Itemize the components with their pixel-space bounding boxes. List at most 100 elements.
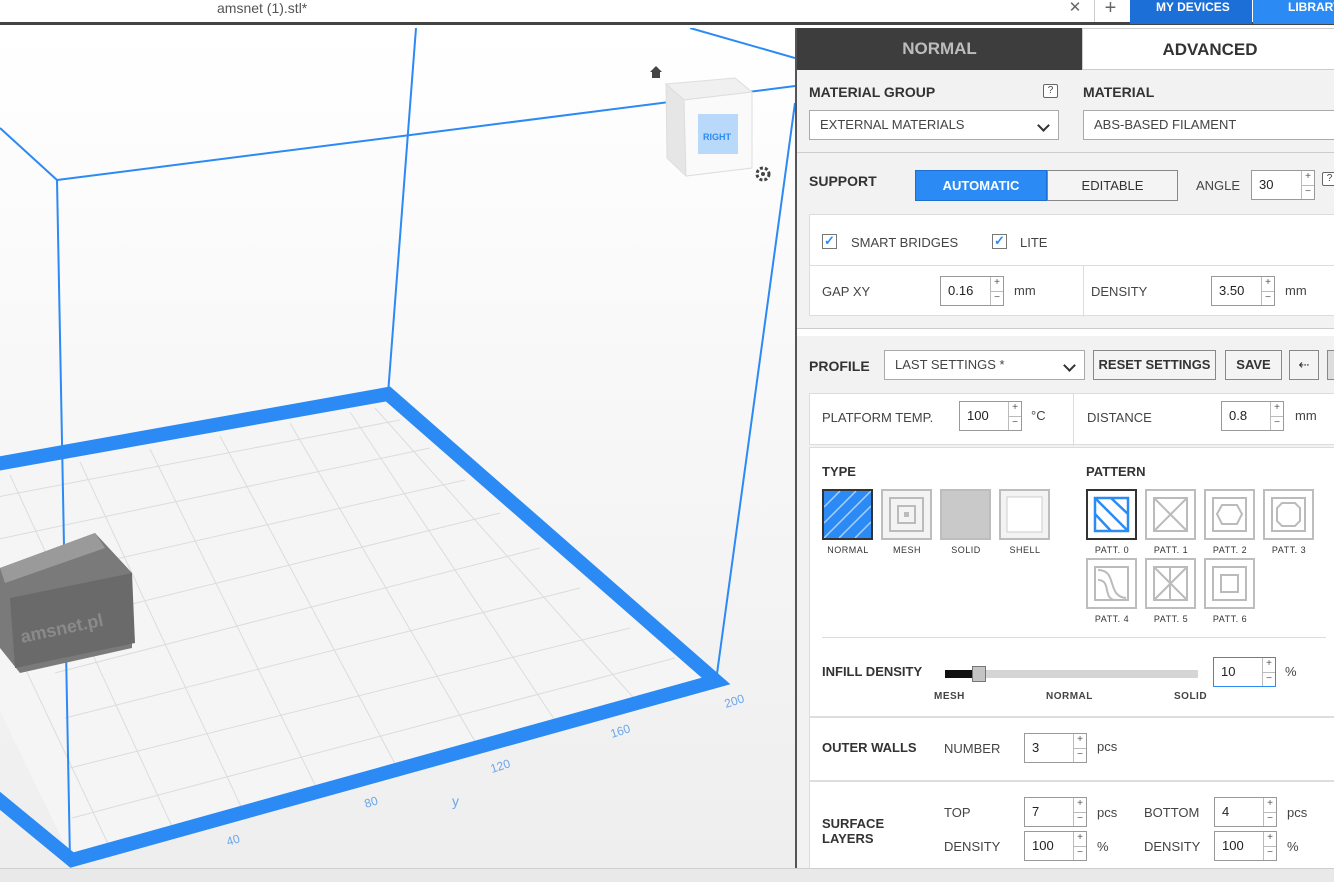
support-density-unit: mm [1285,283,1307,298]
decrement-icon[interactable]: − [1263,672,1275,686]
chevron-down-icon [1063,359,1076,372]
decrement-icon[interactable]: − [1264,812,1276,826]
pattern-label: PATTERN [1086,464,1146,479]
top-layers-stepper[interactable]: 7 + − [1024,797,1087,827]
increment-icon[interactable]: + [1264,832,1276,846]
more-button[interactable] [1327,350,1334,380]
pattern-1-icon [1153,497,1188,532]
3d-viewport[interactable]: 40 80 120 160 200 y amsnet.pl RIGHT [0,28,795,868]
distance-unit: mm [1295,408,1317,423]
bottom-label: BOTTOM [1144,805,1200,820]
platform-temp-stepper[interactable]: 100 + − [959,401,1022,431]
bottom-density-stepper[interactable]: 100 + − [1214,831,1277,861]
distance-value: 0.8 [1229,408,1248,423]
infill-density-stepper[interactable]: 10 + − [1213,657,1276,687]
tab-normal[interactable]: NORMAL [797,28,1082,70]
decrement-icon[interactable]: − [1074,812,1086,826]
decrement-icon[interactable]: − [1074,846,1086,860]
bottom-density-label: DENSITY [1144,839,1201,854]
support-label: SUPPORT [809,173,877,189]
add-tab-icon[interactable]: + [1094,0,1126,22]
bottom-density-unit: % [1287,839,1299,854]
infill-type-solid[interactable] [940,489,991,540]
file-tab[interactable]: amsnet (1).stl* [217,0,307,16]
support-density-stepper[interactable]: 3.50 + − [1211,276,1275,306]
gap-xy-value: 0.16 [948,283,974,298]
angle-stepper[interactable]: 30 + − [1251,170,1315,200]
material-label: MATERIAL [1083,84,1155,100]
slider-handle[interactable] [972,666,986,682]
export-icon[interactable]: ⇠ [1289,350,1319,380]
library-button[interactable]: LIBRARY [1253,0,1334,24]
infill-type-mesh[interactable] [881,489,932,540]
decrement-icon[interactable]: − [1302,185,1314,199]
pattern-2[interactable] [1204,489,1255,540]
pattern-5[interactable] [1145,558,1196,609]
infill-density-unit: % [1285,664,1297,679]
increment-icon[interactable]: + [1262,277,1274,291]
top-label: TOP [944,805,971,820]
gap-xy-stepper[interactable]: 0.16 + − [940,276,1004,306]
bottom-layers-unit: pcs [1287,805,1308,820]
pattern-caption: PATT. 4 [1094,614,1130,624]
pattern-caption: PATT. 0 [1094,545,1130,555]
increment-icon[interactable]: + [1271,402,1283,416]
lite-checkbox[interactable]: ✓ [992,234,1007,249]
infill-type-normal[interactable] [822,489,873,540]
surface-layers-label-2: LAYERS [822,831,874,846]
pattern-0[interactable] [1086,489,1137,540]
profile-select[interactable]: LAST SETTINGS * [884,350,1085,380]
increment-icon[interactable]: + [1009,402,1021,416]
my-devices-button[interactable]: MY DEVICES [1130,0,1252,24]
distance-stepper[interactable]: 0.8 + − [1221,401,1284,431]
close-icon[interactable]: ✕ [1066,0,1084,18]
infill-type-shell[interactable] [999,489,1050,540]
pattern-0-icon [1093,496,1130,533]
decrement-icon[interactable]: − [1271,416,1283,430]
shell-pattern-icon [1006,496,1043,533]
pattern-caption: PATT. 2 [1212,545,1248,555]
pattern-3-icon [1271,497,1306,532]
infill-density-slider[interactable] [945,666,1198,682]
decrement-icon[interactable]: − [1074,748,1086,762]
editable-button[interactable]: EDITABLE [1047,170,1178,201]
pattern-caption: PATT. 5 [1153,614,1189,624]
top-density-stepper[interactable]: 100 + − [1024,831,1087,861]
pattern-4[interactable] [1086,558,1137,609]
pattern-caption: PATT. 6 [1212,614,1248,624]
decrement-icon[interactable]: − [1262,291,1274,305]
pattern-3[interactable] [1263,489,1314,540]
smart-bridges-checkbox[interactable]: ✓ [822,234,837,249]
decrement-icon[interactable]: − [1264,846,1276,860]
pattern-6[interactable] [1204,558,1255,609]
increment-icon[interactable]: + [1074,798,1086,812]
tab-advanced[interactable]: ADVANCED [1082,28,1334,70]
settings-panel: NORMAL ADVANCED MATERIAL GROUP ? EXTERNA… [795,28,1334,868]
decrement-icon[interactable]: − [1009,416,1021,430]
surface-layers-card: SURFACE LAYERS TOP 7 + − pcs BOTTOM 4 + − … [809,781,1334,868]
automatic-button[interactable]: AUTOMATIC [915,170,1047,201]
distance-label: DISTANCE [1087,410,1152,425]
increment-icon[interactable]: + [1263,658,1275,672]
outer-walls-stepper[interactable]: 3 + − [1024,733,1087,763]
material-group-select[interactable]: EXTERNAL MATERIALS [809,110,1059,140]
increment-icon[interactable]: + [1264,798,1276,812]
increment-icon[interactable]: + [991,277,1003,291]
help-icon[interactable]: ? [1043,84,1058,98]
pattern-6-icon [1212,566,1247,601]
pattern-1[interactable] [1145,489,1196,540]
view-cube[interactable]: RIGHT [664,77,754,178]
bottom-layers-stepper[interactable]: 4 + − [1214,797,1277,827]
top-density-unit: % [1097,839,1109,854]
gap-xy-label: GAP XY [822,284,871,299]
save-button[interactable]: SAVE [1225,350,1282,380]
decrement-icon[interactable]: − [991,291,1003,305]
increment-icon[interactable]: + [1074,734,1086,748]
material-select[interactable]: ABS-BASED FILAMENT [1083,110,1334,140]
scale-mesh: MESH [934,691,965,702]
increment-icon[interactable]: + [1074,832,1086,846]
increment-icon[interactable]: + [1302,171,1314,185]
reset-settings-button[interactable]: RESET SETTINGS [1093,350,1216,380]
angle-help-icon[interactable]: ? [1322,172,1334,186]
scale-normal: NORMAL [1046,691,1093,702]
